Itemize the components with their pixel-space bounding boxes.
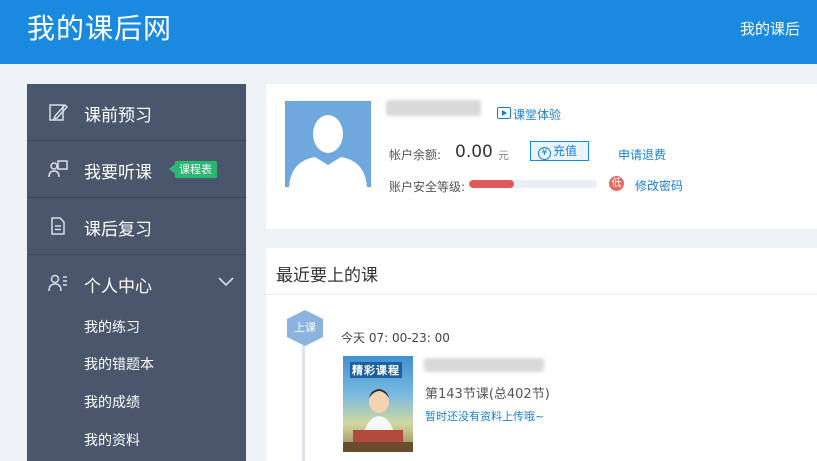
- edit-icon: [49, 103, 68, 121]
- lesson-progress: 第143节课(总402节): [425, 387, 550, 402]
- avatar[interactable]: [285, 101, 371, 187]
- top-navbar: 我的课后网 我的课后: [0, 0, 817, 64]
- redacted-course-name: [424, 358, 544, 372]
- sidebar-item-preview[interactable]: 课前预习: [27, 84, 246, 141]
- balance-value: 0.00: [455, 142, 493, 162]
- profile-card: 课堂体验 帐户余额: 0.00 元 ¥ 充值 申请退费 账户安全等级: 低 修改密…: [266, 84, 817, 229]
- no-material-notice: 暂时还没有资料上传哦~: [425, 410, 545, 423]
- sidebar-item-listen[interactable]: 我要听课 课程表: [27, 141, 246, 198]
- schedule-badge[interactable]: 课程表: [169, 161, 217, 178]
- yen-icon: ¥: [538, 147, 551, 160]
- sidebar: 课前预习 我要听课 课程表 课后复习 个人中心 我的练习 我的错题本 我的成绩 …: [27, 84, 246, 461]
- redacted-username: [386, 100, 481, 116]
- change-password-link[interactable]: 修改密码: [635, 177, 683, 194]
- balance-unit: 元: [498, 149, 509, 162]
- sidebar-item-label: 课前预习: [84, 106, 152, 126]
- sidebar-item-label: 个人中心: [84, 277, 152, 297]
- sidebar-item-review[interactable]: 课后复习: [27, 198, 246, 255]
- sidebar-subitem-grades[interactable]: 我的成绩: [84, 392, 140, 412]
- chevron-down-icon[interactable]: [218, 275, 234, 287]
- sidebar-item-personal-center[interactable]: 个人中心: [27, 255, 246, 312]
- user-silhouette-icon: [289, 115, 367, 187]
- sidebar-item-label: 我要听课: [84, 163, 152, 183]
- site-logo[interactable]: 我的课后网: [27, 11, 172, 47]
- top-nav-my-link[interactable]: 我的课后: [740, 18, 800, 39]
- timeline-line: [302, 332, 305, 461]
- security-level-label: 账户安全等级:: [389, 180, 466, 194]
- play-icon: [497, 107, 511, 119]
- sidebar-subitem-mistakes[interactable]: 我的错题本: [84, 354, 154, 374]
- refund-link[interactable]: 申请退费: [618, 146, 666, 163]
- security-level-bar: [469, 180, 597, 188]
- security-low-badge: 低: [609, 176, 624, 191]
- listen-icon: [48, 160, 68, 178]
- sidebar-subitem-practice[interactable]: 我的练习: [84, 317, 140, 337]
- recent-courses-title: 最近要上的课: [276, 266, 378, 286]
- student-reading-illustration: [343, 389, 413, 452]
- course-thumbnail[interactable]: 精彩课程: [343, 356, 413, 452]
- classroom-trial-link[interactable]: 课堂体验: [513, 106, 561, 123]
- sidebar-subitem-materials[interactable]: 我的资料: [84, 430, 140, 450]
- recent-courses-card: 最近要上的课 上课 今天 07: 00-23: 00 精彩课程 第143节课(总…: [266, 248, 817, 461]
- recharge-label: 充值: [553, 144, 578, 158]
- security-level-fill: [469, 180, 514, 188]
- sidebar-item-label: 课后复习: [84, 220, 152, 240]
- class-status-badge: 上课: [287, 310, 323, 346]
- recent-courses-header: 最近要上的课: [266, 248, 817, 295]
- class-time: 今天 07: 00-23: 00: [341, 331, 450, 345]
- user-list-icon: [48, 274, 67, 292]
- balance-label: 帐户余额:: [389, 148, 442, 162]
- recharge-button[interactable]: ¥ 充值: [530, 141, 589, 161]
- document-icon: [51, 217, 65, 235]
